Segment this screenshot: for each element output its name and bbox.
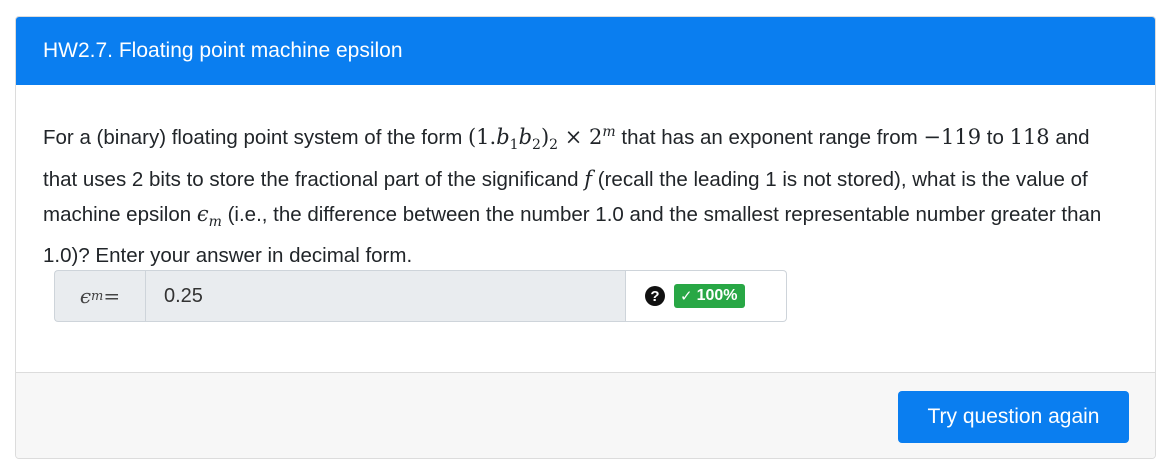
significand-symbol: f [584,167,593,192]
question-circle-icon[interactable]: ? [645,286,665,306]
exponent-high: 118 [1009,125,1050,149]
form-expression: (1.b1b2)2 × 2m [467,124,616,154]
answer-label: ϵm = [54,270,145,322]
question-text: For a (binary) floating point system of … [43,124,1102,268]
card-body: For a (binary) floating point system of … [16,85,1155,372]
question-title: HW2.7. Floating point machine epsilon [43,39,403,62]
try-again-button[interactable]: Try question again [898,391,1129,443]
score-badge: ✓ 100% [674,284,745,308]
card-header: HW2.7. Floating point machine epsilon [16,17,1155,85]
card-footer: Try question again [16,372,1155,458]
answer-input[interactable] [145,270,626,322]
exponent-low: −119 [923,125,982,149]
answer-feedback: ? ✓ 100% [626,270,787,322]
score-text: 100% [696,287,738,304]
question-card: HW2.7. Floating point machine epsilon Fo… [15,16,1156,459]
check-icon: ✓ [680,288,693,305]
epsilon-symbol: ϵm [196,202,222,231]
answer-input-group: ϵm = ? ✓ 100% [54,270,787,322]
